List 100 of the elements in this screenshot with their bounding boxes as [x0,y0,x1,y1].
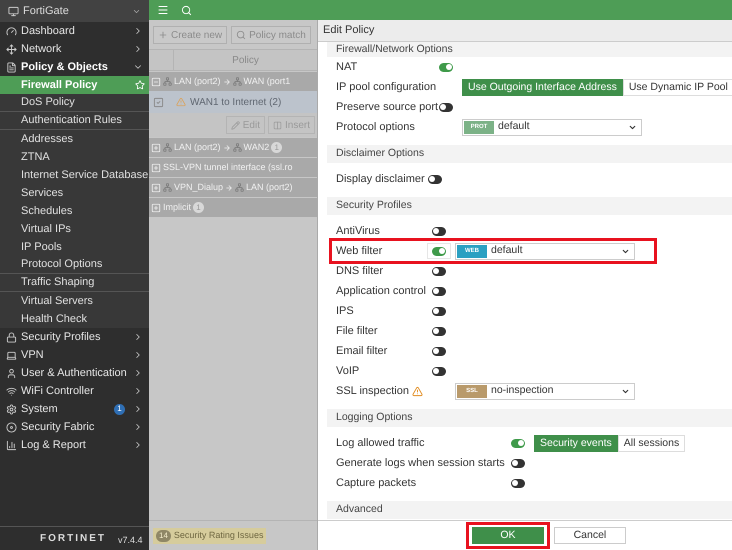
toggle-switch[interactable] [511,478,525,488]
toggle-switch[interactable] [432,246,446,256]
segment-option[interactable]: Security events [534,434,618,452]
submenu-item[interactable]: Services [0,184,149,202]
toggle-switch[interactable] [432,266,446,276]
notification-count: 1 [114,404,125,414]
sidebar-item[interactable]: User & Authentication [0,364,149,382]
arrow-right-icon [225,184,234,192]
field-label: IP pool configuration [336,80,434,95]
section-header: Advanced [327,501,732,519]
submenu-item[interactable]: Virtual IPs [0,220,149,238]
field-label: VoIP [336,364,360,379]
sidebar-item[interactable]: Network [0,40,149,58]
pencil-icon [230,120,240,130]
wifi-icon [6,386,17,396]
field-label: Display disclaimer [336,172,423,187]
cancel-button[interactable]: Cancel [554,527,626,544]
source-interface: LAN (port2) [174,140,221,154]
columns-icon [272,120,282,130]
submenu-item[interactable]: Internet Service Database [0,166,149,184]
section-header: Security Profiles [327,197,732,215]
sidebar-item[interactable]: Policy & Objects [0,58,149,76]
checkbox[interactable] [153,96,164,108]
source-interface: SSL-VPN tunnel interface (ssl.ro [163,160,293,174]
sidebar-item[interactable]: WiFi Controller [0,382,149,400]
field-label: Log allowed traffic [336,436,426,451]
lock-icon [6,332,17,342]
field-label: SSL inspection [336,382,427,400]
submenu-item[interactable]: Authentication Rules [0,112,149,130]
sidebar-item[interactable]: Security Fabric [0,418,149,436]
toggle-switch[interactable] [432,306,446,316]
security-rating-badge[interactable]: 14 Security Rating Issues [153,528,266,544]
toggle-switch[interactable] [432,366,446,376]
disc-icon [6,422,17,432]
sidebar-label: User & Authentication [21,366,128,381]
submenu-item[interactable]: Traffic Shaping [0,274,149,292]
network-port-icon [163,143,172,152]
star-icon[interactable] [135,80,145,90]
issue-count: 14 [156,530,171,542]
sidebar-item[interactable]: System 1 [0,400,149,418]
toggle-switch[interactable] [439,62,453,72]
document-icon [6,62,17,72]
submenu-item[interactable]: Schedules [0,202,149,220]
toggle-switch[interactable] [428,174,442,184]
security-rating-label: Security Rating Issues [174,528,264,542]
sidebar-label: Dashboard [21,24,76,39]
submenu-item[interactable]: Protocol Options [0,256,149,274]
sidebar-label: WiFi Controller [21,384,95,399]
segment-option[interactable]: All sessions [618,434,686,452]
search-icon [236,30,246,40]
sidebar-item[interactable]: Security Profiles [0,328,149,346]
arrow-right-icon [222,144,231,152]
section-header: Firewall/Network Options [327,42,732,57]
source-interface: LAN (port2) [174,74,221,88]
submenu-item[interactable]: Virtual Servers [0,292,149,310]
search-icon[interactable] [181,4,192,16]
field-label: Web filter [336,244,384,259]
toggle-switch[interactable] [439,102,453,112]
policy-count: 1 [271,142,282,153]
sidebar-label: VPN [21,348,45,363]
toggle-switch[interactable] [432,326,446,336]
segment-option[interactable]: Use Outgoing Interface Address [462,78,623,96]
field-label: AntiVirus [336,224,381,239]
sidebar-label: Security Profiles [21,330,102,345]
menu-icon[interactable] [157,4,169,16]
destination-interface: WAN (port1 [244,74,290,88]
section-header: Disclaimer Options [327,145,732,163]
toggle-switch[interactable] [511,438,525,448]
device-name[interactable]: FortiGate [23,2,128,20]
destination-interface: WAN2 [244,140,270,154]
toggle-switch[interactable] [432,346,446,356]
dialog-title: Edit Policy [323,23,374,38]
toggle-switch[interactable] [511,458,525,468]
field-label: File filter [336,324,379,339]
sidebar-item[interactable]: Log & Report [0,436,149,454]
segment-option[interactable]: Use Dynamic IP Pool [622,78,732,96]
settings-icon [6,404,17,414]
submenu-item[interactable]: Health Check [0,310,149,328]
device-icon [8,6,19,16]
toggle-switch[interactable] [432,286,446,296]
submenu-item[interactable]: DoS Policy [0,94,149,112]
submenu-item[interactable]: Addresses [0,130,149,148]
select-value: default [498,119,531,134]
submenu-item[interactable]: ZTNA [0,148,149,166]
sidebar-label: Policy & Objects [21,60,109,75]
ok-button[interactable]: OK [472,527,544,544]
toggle-switch[interactable] [432,226,446,236]
sidebar-item[interactable]: VPN [0,346,149,364]
user-icon [6,368,17,378]
field-label: DNS filter [336,264,384,279]
sidebar-item[interactable]: Dashboard [0,22,149,40]
submenu-item[interactable]: IP Pools [0,238,149,256]
plus-icon [158,30,168,40]
bar-chart-icon [6,440,17,450]
destination-interface: LAN (port2) [246,180,293,194]
network-port-icon [232,77,242,86]
source-interface: VPN_Dialup [174,180,224,194]
field-label: Generate logs when session starts [336,456,506,471]
gauge-icon [6,26,17,36]
brand-logo: FORTINET [40,532,106,546]
